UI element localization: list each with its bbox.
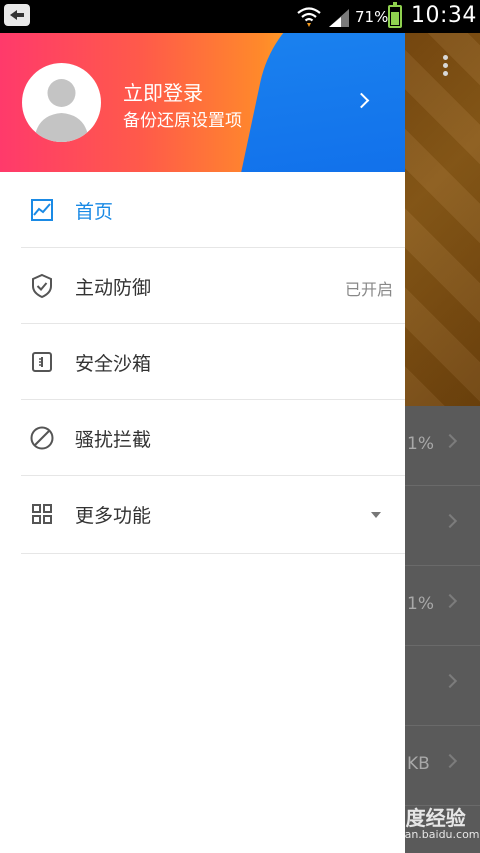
menu-item-home[interactable]: 首页 [21,172,405,248]
chevron-down-icon[interactable] [371,512,381,518]
menu-item-label: 安全沙箱 [75,353,152,375]
menu-item-label: 更多功能 [75,505,152,527]
clock: 10:34 [411,3,477,28]
chevron-right-icon [442,513,458,529]
chevron-right-icon [442,593,458,609]
battery-icon [388,2,402,28]
chevron-right-icon [442,753,458,769]
navigation-drawer: 立即登录 备份还原设置项 首页 主动防御 已开启 安全沙箱 骚扰拦截 更多功能 [0,33,405,853]
watermark-text: Bai度经验 [370,806,466,830]
menu-item-label: 骚扰拦截 [75,429,152,451]
status-badge: 已开启 [344,280,393,299]
login-subtitle: 备份还原设置项 [123,111,242,131]
shield-check-icon [32,273,52,299]
chevron-right-icon [442,673,458,689]
battery-percent: 71% [355,8,389,26]
back-icon[interactable] [4,4,30,26]
menu-item-label: 首页 [75,201,114,223]
grid-icon [32,504,52,524]
status-bar: 71% 10:34 [0,0,480,33]
watermark-url: jingyan.baidu.com [378,828,480,841]
chevron-right-icon [442,433,458,449]
background-row[interactable] [405,486,480,566]
signal-icon [329,9,349,27]
menu-item-sandbox[interactable]: 安全沙箱 [21,324,405,400]
block-icon [30,426,54,450]
avatar[interactable] [22,63,101,142]
menu-item-label: 主动防御 [75,277,152,299]
wifi-icon [297,7,321,27]
chart-icon [31,199,53,221]
user-silhouette-icon [34,79,89,142]
menu-item-more-features[interactable]: 更多功能 [21,476,405,554]
background-header [405,33,480,406]
background-row[interactable] [405,646,480,726]
background-row[interactable]: KB [405,726,480,806]
sandbox-icon [32,352,52,372]
background-row[interactable]: 1% [405,566,480,646]
background-app[interactable]: 1% 1% KB [405,33,480,853]
menu-item-active-defense[interactable]: 主动防御 已开启 [21,248,405,324]
header-decoration [231,33,405,172]
watermark: Bai度经验 jingyan.baidu.com [370,800,480,846]
login-title[interactable]: 立即登录 [123,77,203,106]
overflow-menu-icon[interactable] [443,55,449,77]
login-header[interactable]: 立即登录 备份还原设置项 [0,33,405,172]
background-row[interactable]: 1% [405,406,480,486]
menu-item-harassment-block[interactable]: 骚扰拦截 [21,400,405,476]
